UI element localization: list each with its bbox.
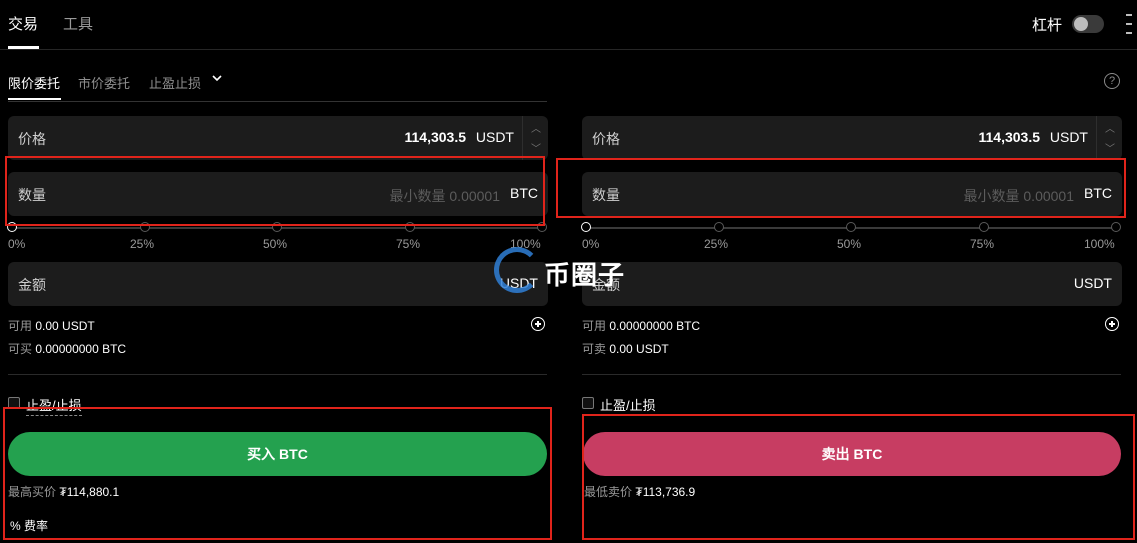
available-value: 0.00 USDT <box>35 319 95 333</box>
available-row: 可用 0.00 USDT <box>8 317 95 334</box>
add-funds-icon[interactable] <box>1105 317 1119 331</box>
sell-amount-field[interactable]: 金额 USDT <box>582 262 1122 306</box>
highlight-buy-button <box>3 407 552 540</box>
price-value[interactable]: 114,303.5 <box>978 129 1040 145</box>
slider-stop-100[interactable] <box>1111 222 1121 232</box>
stepper-up-icon[interactable]: ︿ <box>1105 120 1115 135</box>
slider-label: 75% <box>396 237 421 251</box>
stepper-up-icon[interactable]: ︿ <box>531 120 541 135</box>
can-sell-row: 可卖 0.00 USDT <box>582 340 669 357</box>
buy-price-field[interactable]: 价格 114,303.5 USDT ︿ ﹀ <box>8 116 548 160</box>
price-stepper[interactable]: ︿ ﹀ <box>522 116 548 160</box>
slider-stop-75[interactable] <box>979 222 989 232</box>
buy-amount-field[interactable]: 金额 USDT <box>8 262 548 306</box>
price-value[interactable]: 114,303.5 <box>404 129 466 145</box>
slider-label: 25% <box>704 237 729 251</box>
can-buy-label: 可买 <box>8 342 33 356</box>
sell-price-field[interactable]: 价格 114,303.5 USDT ︿ ﹀ <box>582 116 1122 160</box>
price-stepper[interactable]: ︿ ﹀ <box>1096 116 1122 160</box>
divider <box>582 374 1121 375</box>
add-funds-icon[interactable] <box>531 317 545 331</box>
price-label: 价格 <box>18 131 46 147</box>
amount-unit: USDT <box>1073 275 1112 291</box>
slider-label: 50% <box>837 237 862 251</box>
slider-label: 75% <box>970 237 995 251</box>
slider-stop-0[interactable] <box>581 222 591 232</box>
price-unit: USDT <box>1049 129 1088 145</box>
tpsl-label[interactable]: 止盈/止损 <box>600 395 656 416</box>
highlight-sell-button <box>582 414 1135 540</box>
divider <box>8 374 547 375</box>
watermark-logo-icon <box>494 247 540 293</box>
available-value: 0.00000000 BTC <box>609 319 701 333</box>
slider-label: 50% <box>263 237 288 251</box>
can-sell-value: 0.00 USDT <box>609 342 669 356</box>
stepper-down-icon[interactable]: ﹀ <box>1105 140 1115 155</box>
highlight-sell-quantity <box>556 158 1126 218</box>
slider-label: 0% <box>8 237 26 251</box>
price-unit: USDT <box>475 129 514 145</box>
price-label: 价格 <box>592 131 620 147</box>
slider-label: 100% <box>1084 237 1115 251</box>
watermark: 币圈子 <box>494 247 644 297</box>
slider-stop-25[interactable] <box>714 222 724 232</box>
can-sell-label: 可卖 <box>582 342 607 356</box>
available-label: 可用 <box>8 319 33 333</box>
menu-icon[interactable] <box>1126 14 1132 34</box>
slider-label: 25% <box>130 237 155 251</box>
stepper-down-icon[interactable]: ﹀ <box>531 140 541 155</box>
available-row: 可用 0.00000000 BTC <box>582 317 700 334</box>
highlight-buy-quantity <box>5 156 545 226</box>
watermark-text: 币圈子 <box>544 261 626 291</box>
can-buy-row: 可买 0.00000000 BTC <box>8 340 126 357</box>
tpsl-checkbox[interactable] <box>582 397 594 409</box>
available-label: 可用 <box>582 319 607 333</box>
amount-label: 金额 <box>18 277 46 293</box>
can-buy-value: 0.00000000 BTC <box>35 342 127 356</box>
slider-stop-50[interactable] <box>846 222 856 232</box>
